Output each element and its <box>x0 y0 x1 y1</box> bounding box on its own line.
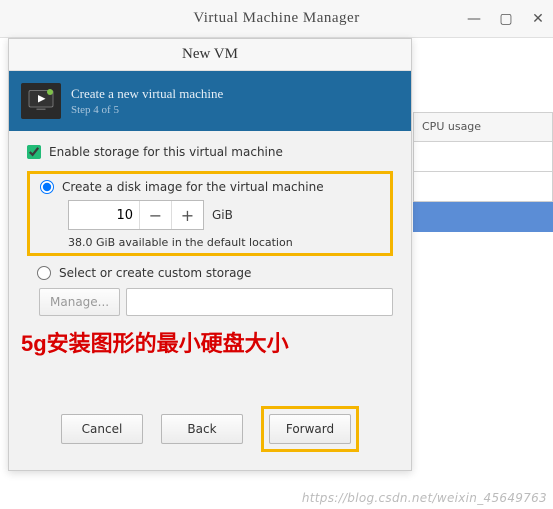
vm-monitor-icon <box>21 83 61 119</box>
dialog-titlebar: New VM <box>9 39 411 71</box>
window-controls: — ▢ ✕ <box>465 0 547 38</box>
dialog-heading: Create a new virtual machine <box>71 86 223 102</box>
available-space-label: 38.0 GiB available in the default locati… <box>68 236 380 249</box>
custom-storage-controls: Manage... <box>39 288 393 316</box>
create-disk-radio-row[interactable]: Create a disk image for the virtual mach… <box>40 180 380 194</box>
table-row[interactable] <box>413 172 553 202</box>
create-disk-highlight: Create a disk image for the virtual mach… <box>27 171 393 256</box>
forward-highlight: Forward <box>261 406 359 452</box>
annotation-text: 5g安装图形的最小硬盘大小 <box>21 326 393 358</box>
table-row[interactable] <box>413 142 553 172</box>
manage-button[interactable]: Manage... <box>39 288 120 316</box>
size-increment-button[interactable]: + <box>171 201 203 229</box>
table-row[interactable] <box>413 202 553 232</box>
enable-storage-checkbox[interactable] <box>27 145 41 159</box>
dialog-header: Create a new virtual machine Step 4 of 5 <box>9 71 411 131</box>
custom-storage-path-input[interactable] <box>126 288 393 316</box>
custom-storage-radio[interactable] <box>37 266 51 280</box>
size-unit-label: GiB <box>212 208 233 222</box>
custom-storage-radio-row[interactable]: Select or create custom storage <box>37 266 393 280</box>
disk-size-input[interactable] <box>69 201 139 229</box>
custom-storage-label: Select or create custom storage <box>59 266 251 280</box>
disk-size-row: − + GiB <box>68 200 380 230</box>
dialog-title: New VM <box>182 46 238 63</box>
main-window-titlebar: Virtual Machine Manager — ▢ ✕ <box>0 0 553 38</box>
cancel-button[interactable]: Cancel <box>61 414 143 444</box>
create-disk-radio[interactable] <box>40 180 54 194</box>
dialog-header-text: Create a new virtual machine Step 4 of 5 <box>71 86 223 116</box>
back-button[interactable]: Back <box>161 414 243 444</box>
close-icon[interactable]: ✕ <box>529 11 547 27</box>
forward-button[interactable]: Forward <box>269 414 351 444</box>
enable-storage-checkbox-row[interactable]: Enable storage for this virtual machine <box>27 145 393 159</box>
dialog-footer: Cancel Back Forward <box>9 396 411 470</box>
size-decrement-button[interactable]: − <box>139 201 171 229</box>
enable-storage-label: Enable storage for this virtual machine <box>49 145 283 159</box>
create-disk-label: Create a disk image for the virtual mach… <box>62 180 324 194</box>
new-vm-dialog: New VM Create a new virtual machine Step… <box>8 38 412 471</box>
main-window-title: Virtual Machine Manager <box>193 10 359 27</box>
watermark-text: https://blog.csdn.net/weixin_45649763 <box>302 491 547 505</box>
maximize-icon[interactable]: ▢ <box>497 11 515 27</box>
disk-size-spinner: − + <box>68 200 204 230</box>
dialog-body: Enable storage for this virtual machine … <box>9 131 411 396</box>
cpu-usage-column: CPU usage <box>413 112 553 232</box>
dialog-step: Step 4 of 5 <box>71 104 223 116</box>
cpu-usage-header[interactable]: CPU usage <box>413 112 553 142</box>
minimize-icon[interactable]: — <box>465 11 483 27</box>
